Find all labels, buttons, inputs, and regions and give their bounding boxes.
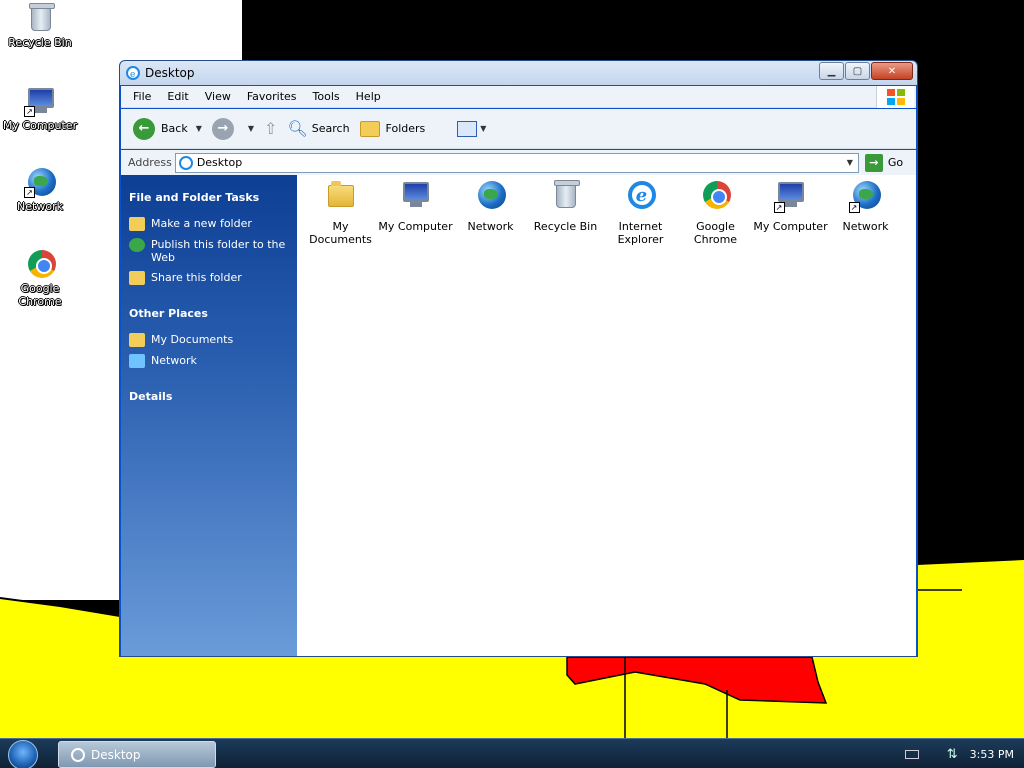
up-folder-icon: ⇧ (264, 119, 278, 138)
menu-edit[interactable]: Edit (167, 90, 188, 103)
folders-button[interactable]: Folders (359, 120, 425, 137)
file-folder-tasks-heading[interactable]: File and Folder Tasks (129, 191, 289, 204)
new-folder-icon (129, 217, 145, 231)
address-input[interactable]: Desktop ▼ (174, 152, 859, 173)
keyboard-icon[interactable] (904, 749, 919, 759)
back-button[interactable]: ← Back ▼ (133, 117, 202, 140)
taskbar-item-desktop[interactable]: Desktop (58, 741, 216, 768)
maximize-button[interactable]: ▢ (845, 62, 870, 80)
task-make-new-folder[interactable]: Make a new folder (129, 217, 289, 231)
file-item-network-shortcut[interactable]: ↗ Network (828, 179, 903, 233)
other-places-heading[interactable]: Other Places (129, 307, 289, 320)
windows-logo-icon (876, 86, 914, 108)
forward-arrow-icon: → (211, 117, 234, 140)
menu-favorites[interactable]: Favorites (247, 90, 297, 103)
folder-icon (324, 179, 358, 213)
close-icon: ✕ (887, 65, 897, 77)
place-my-documents[interactable]: My Documents (129, 333, 289, 347)
clock[interactable]: 3:53 PM (970, 748, 1014, 761)
window-title: Desktop (145, 66, 195, 80)
taskbar: Desktop ⇅ 3:53 PM (0, 738, 1024, 768)
task-publish-folder[interactable]: Publish this folder to the Web (129, 238, 289, 264)
menu-file[interactable]: File (133, 90, 151, 103)
network-icon (474, 179, 508, 213)
computer-icon: ↗ (24, 85, 56, 117)
search-button[interactable]: 🔍︎ Search (287, 119, 349, 138)
share-folder-icon (129, 271, 145, 285)
system-tray: ⇅ 3:53 PM (904, 739, 1014, 768)
computer-icon (399, 179, 433, 213)
go-button[interactable]: → Go (864, 153, 903, 172)
menu-tools[interactable]: Tools (313, 90, 340, 103)
menu-bar: File Edit View Favorites Tools Help (121, 86, 916, 108)
internet-explorer-icon: e (624, 179, 658, 213)
back-arrow-icon: ← (133, 117, 155, 140)
internet-explorer-icon (71, 747, 85, 762)
my-documents-icon (129, 333, 145, 347)
recycle-bin-icon (549, 179, 583, 213)
address-label: Address (128, 156, 172, 169)
menu-help[interactable]: Help (356, 90, 381, 103)
internet-explorer-icon (178, 155, 193, 170)
folder-icon (359, 120, 380, 137)
task-share-folder[interactable]: Share this folder (129, 271, 289, 285)
forward-dropdown-icon[interactable]: ▼ (248, 124, 254, 133)
place-network[interactable]: Network (129, 354, 289, 368)
file-item-my-computer[interactable]: My Computer (378, 179, 453, 233)
views-button[interactable]: ▼ (457, 120, 487, 137)
desktop-icon-network[interactable]: ↗ Network (0, 166, 80, 213)
svg-text:e: e (130, 70, 135, 80)
desktop-icon-recycle-bin[interactable]: Recycle Bin (0, 2, 80, 49)
file-item-google-chrome[interactable]: Google Chrome (678, 179, 753, 246)
network-icon (129, 354, 145, 368)
task-pane: File and Folder Tasks Make a new folder … (121, 175, 297, 656)
forward-button[interactable]: → ▼ (211, 117, 254, 140)
desktop-icon-google-chrome[interactable]: Google Chrome (0, 248, 80, 308)
chrome-icon (24, 248, 56, 280)
views-dropdown-icon: ▼ (480, 124, 487, 133)
up-folder-button[interactable]: ⇧ (264, 119, 277, 138)
details-heading[interactable]: Details (129, 390, 289, 403)
file-item-network[interactable]: Network (453, 179, 528, 233)
recycle-bin-icon (24, 2, 56, 34)
network-tray-icon[interactable]: ⇅ (947, 747, 958, 762)
start-button[interactable] (8, 740, 38, 768)
explorer-window: e Desktop ▁ ▢ ✕ File Edit View Favorites… (119, 60, 918, 657)
file-item-my-documents[interactable]: My Documents (303, 179, 378, 246)
maximize-icon: ▢ (852, 65, 863, 77)
desktop-icon-my-computer[interactable]: ↗ My Computer (0, 85, 80, 132)
back-dropdown-icon[interactable]: ▼ (196, 124, 202, 133)
internet-explorer-icon: e (126, 66, 140, 80)
views-icon (457, 120, 478, 137)
file-item-internet-explorer[interactable]: e Internet Explorer (603, 179, 678, 246)
file-item-recycle-bin[interactable]: Recycle Bin (528, 179, 603, 233)
address-bar: Address Desktop ▼ → Go (121, 150, 916, 176)
menu-view[interactable]: View (205, 90, 231, 103)
minimize-button[interactable]: ▁ (819, 62, 844, 80)
computer-icon: ↗ (773, 179, 808, 213)
minimize-icon: ▁ (827, 65, 836, 77)
address-dropdown-icon[interactable]: ▼ (842, 154, 858, 172)
publish-web-icon (129, 238, 145, 252)
file-item-my-computer-shortcut[interactable]: ↗ My Computer (753, 179, 828, 233)
network-icon: ↗ (24, 166, 56, 198)
toolbar: ← Back ▼ → ▼ ⇧ 🔍︎ Search Folders ▼ (121, 109, 916, 149)
search-icon: 🔍︎ (287, 119, 308, 138)
chrome-icon (699, 179, 733, 213)
go-arrow-icon: → (864, 153, 883, 172)
file-list: My Documents My Computer Network Recycle… (297, 175, 916, 656)
close-button[interactable]: ✕ (871, 62, 913, 80)
network-icon: ↗ (848, 179, 883, 213)
window-titlebar[interactable]: e Desktop ▁ ▢ ✕ (120, 61, 917, 85)
